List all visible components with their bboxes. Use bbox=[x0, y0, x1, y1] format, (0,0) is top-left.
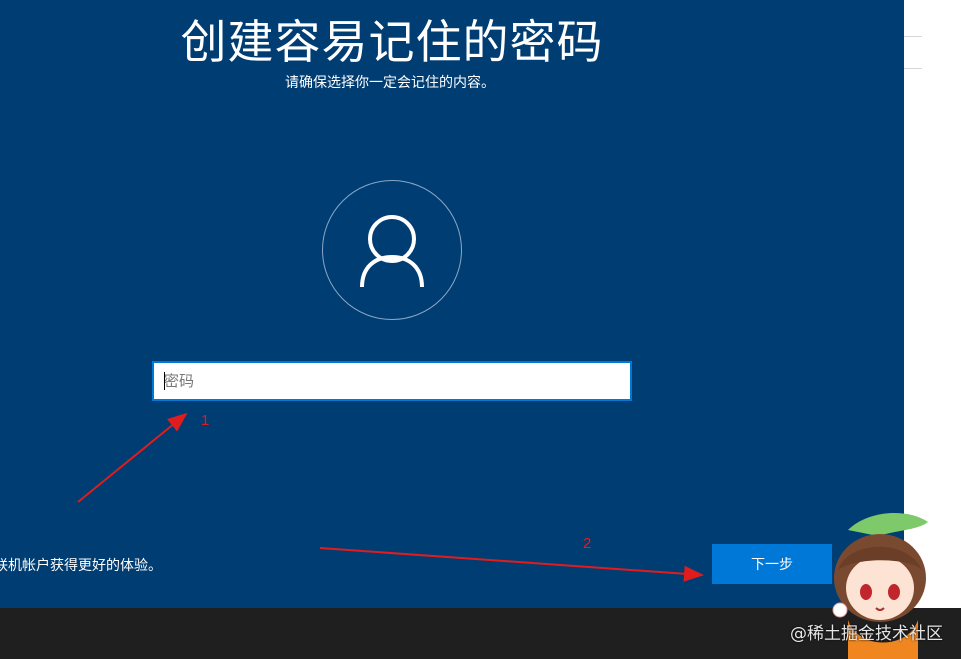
avatar bbox=[322, 180, 462, 320]
password-input[interactable] bbox=[154, 363, 630, 399]
page-subtitle: 请确保选择你一定会记住的内容。 bbox=[285, 75, 495, 91]
annotation-label-1: 1 bbox=[201, 412, 210, 429]
account-hint-text: 联机帐户获得更好的体验。 bbox=[0, 558, 162, 574]
watermark: @稀土掘金技术社区 bbox=[790, 624, 943, 644]
annotation-label-2: 2 bbox=[583, 535, 592, 552]
divider bbox=[904, 36, 922, 37]
page-title: 创建容易记住的密码 bbox=[180, 15, 604, 69]
next-button[interactable]: 下一步 bbox=[712, 544, 832, 584]
password-field-wrapper bbox=[152, 361, 632, 401]
divider bbox=[904, 68, 922, 69]
text-caret bbox=[164, 372, 165, 390]
user-avatar-icon bbox=[360, 215, 424, 288]
setup-screen: 创建容易记住的密码 请确保选择你一定会记住的内容。 联机帐户获得更好的体验。 下… bbox=[0, 0, 904, 608]
